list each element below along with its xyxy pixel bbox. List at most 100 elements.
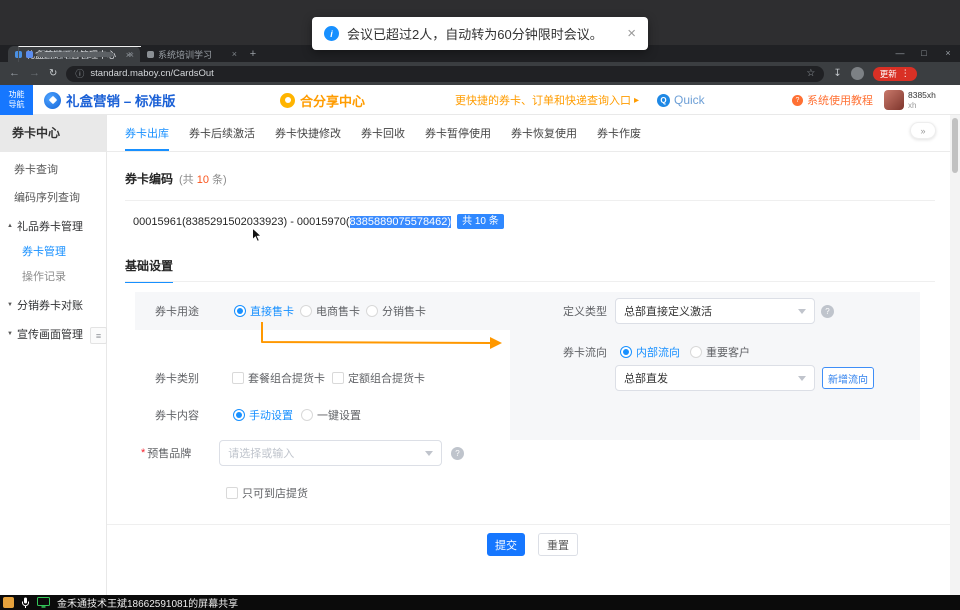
back-icon[interactable]: ← (9, 68, 20, 79)
presale-brand-select[interactable]: 请选择或输入 (219, 440, 442, 466)
help-icon[interactable]: ? (451, 447, 464, 460)
tab-close-icon[interactable]: × (129, 50, 134, 60)
promo-link[interactable]: 更快捷的券卡、订单和快递查询入口 ▸ (455, 85, 639, 115)
nav-line-1: 功能 (9, 90, 25, 100)
tab-card-outbound[interactable]: 券卡出库 (125, 115, 169, 151)
share-center-label: 合分享中心 (300, 91, 365, 110)
browser-menu-icon[interactable]: ⋮ (901, 68, 910, 79)
codes-section-header: 券卡编码 (共 10 条) (125, 170, 227, 187)
help-icon[interactable]: ? (821, 305, 834, 318)
mouse-cursor (251, 227, 265, 243)
function-nav-button[interactable]: 功能 导航 (0, 85, 33, 115)
required-asterisk: * (141, 447, 145, 459)
window-close-icon[interactable]: × (936, 45, 960, 62)
radio-icon (301, 409, 313, 421)
checkbox-combo-pickup-card[interactable]: 套餐组合提货卡 (232, 370, 325, 386)
chevron-down-icon (798, 376, 806, 381)
sidebar-item-card-management[interactable]: 券卡管理 (0, 240, 106, 265)
radio-label: 重要客户 (706, 344, 750, 360)
sidebar-item-operation-log[interactable]: 操作记录 (0, 265, 106, 290)
sidebar-menu: 券卡查询 编码序列查询 ▲ 礼品券卡管理 券卡管理 操作记录 ▼ 分销券卡对账 … (0, 152, 106, 348)
tab-card-recycle[interactable]: 券卡回收 (361, 115, 405, 151)
sidebar-item-card-query[interactable]: 券卡查询 (0, 156, 106, 184)
forward-icon[interactable]: → (29, 68, 40, 79)
tab-close-icon[interactable]: × (232, 49, 237, 59)
code-text-selected: 8385889075578462) (350, 216, 452, 228)
radio-label: 内部流向 (636, 344, 680, 360)
reload-icon[interactable]: ↻ (49, 69, 57, 79)
nav-line-2: 导航 (9, 100, 25, 110)
quick-link[interactable]: Q Quick (657, 85, 705, 115)
microphone-icon[interactable] (21, 597, 30, 609)
define-type-select[interactable]: 总部直接定义激活 (615, 298, 815, 324)
card-flow-row: 券卡流向 内部流向 重要客户 (563, 339, 750, 365)
checkbox-store-pickup-only[interactable]: 只可到店提货 (226, 485, 308, 501)
user-avatar[interactable] (884, 90, 904, 110)
quick-q-icon: Q (657, 94, 670, 107)
main-content: 券卡出库 券卡后续激活 券卡快捷修改 券卡回收 券卡暂停使用 券卡恢复使用 券卡… (107, 115, 950, 595)
radio-icon (690, 346, 702, 358)
annotation-arrow (252, 316, 517, 356)
browser-tab-6[interactable]: × (18, 46, 141, 62)
share-center-link[interactable]: 合分享中心 (280, 85, 365, 115)
tab-card-void[interactable]: 券卡作废 (597, 115, 641, 151)
quick-label: Quick (674, 93, 705, 107)
checkbox-label: 只可到店提货 (242, 485, 308, 501)
sidebar-group-label: 宣传画面管理 (17, 326, 83, 342)
browser-profile-avatar[interactable] (851, 67, 864, 80)
browser-update-button[interactable]: 更新 ⋮ (873, 67, 917, 81)
sidebar-group-distribution[interactable]: ▼ 分销券卡对账 (0, 290, 106, 319)
checkbox-label: 套餐组合提货卡 (248, 370, 325, 386)
tutorial-link[interactable]: ? 系统使用教程 (792, 85, 873, 115)
tab-card-resume[interactable]: 券卡恢复使用 (511, 115, 577, 151)
card-content-label: 券卡内容 (155, 407, 199, 423)
card-content-row: 券卡内容 手动设置 一键设置 (155, 402, 361, 428)
caret-down-icon: ▼ (7, 331, 13, 337)
divider (125, 281, 935, 282)
scrollbar-thumb[interactable] (952, 118, 958, 173)
share-app-avatar (3, 597, 14, 608)
bookmark-icon[interactable]: ☆ (806, 68, 815, 79)
logo-icon (44, 92, 61, 109)
radio-manual-setup[interactable]: 手动设置 (233, 407, 293, 423)
toast-close-icon[interactable]: × (627, 26, 636, 41)
sidebar: 券卡中心 券卡查询 编码序列查询 ▲ 礼品券卡管理 券卡管理 操作记录 ▼ 分销… (0, 115, 107, 595)
caret-up-icon: ▲ (7, 223, 13, 229)
site-info-icon[interactable]: ⓘ (75, 67, 84, 80)
card-category-row: 券卡类别 套餐组合提货卡 定额组合提货卡 (155, 365, 425, 391)
user-account[interactable]: 8385xh xh (884, 85, 936, 115)
scrollbar-track[interactable] (950, 115, 960, 595)
radio-one-click-setup[interactable]: 一键设置 (301, 407, 361, 423)
maximize-icon[interactable]: □ (912, 45, 936, 62)
radio-important-customer[interactable]: 重要客户 (690, 344, 750, 360)
sidebar-group-gift-card-mgmt[interactable]: ▲ 礼品券卡管理 (0, 212, 106, 240)
tutorial-label: 系统使用教程 (807, 92, 873, 108)
panel-collapse-button[interactable]: » (910, 122, 936, 139)
browser-tab-2[interactable]: 系统培训学习 × (140, 46, 244, 62)
new-tab-button[interactable]: + (244, 46, 262, 62)
minimize-icon[interactable]: — (888, 45, 912, 62)
flow-target-select[interactable]: 总部直发 (615, 365, 815, 391)
main-tab-bar: 券卡出库 券卡后续激活 券卡快捷修改 券卡回收 券卡暂停使用 券卡恢复使用 券卡… (107, 115, 950, 152)
tab-card-later-activate[interactable]: 券卡后续激活 (189, 115, 255, 151)
address-bar[interactable]: ⓘ standard.maboy.cn/CardsOut ☆ (66, 66, 824, 82)
count-suffix: 条) (209, 174, 227, 186)
app-header: 功能 导航 礼盒营销 – 标准版 合分享中心 更快捷的券卡、订单和快递查询入口 … (0, 85, 960, 115)
presale-brand-row: * 预售品牌 请选择或输入 (141, 440, 442, 466)
sidebar-collapse-toggle[interactable]: ≡ (90, 327, 107, 344)
reset-button[interactable]: 重置 (538, 533, 578, 556)
card-code-range: 00015961(8385291502033923) - 00015970(83… (133, 213, 504, 230)
download-icon[interactable]: ↧ (833, 68, 841, 79)
tab-card-quick-edit[interactable]: 券卡快捷修改 (275, 115, 341, 151)
radio-internal-flow[interactable]: 内部流向 (620, 344, 680, 360)
screen-share-icon[interactable] (37, 597, 50, 608)
add-flow-button[interactable]: 新增流向 (822, 367, 874, 389)
checkbox-icon (232, 372, 244, 384)
meeting-toast: i 会议已超过2人，自动转为60分钟限时会议。 × (312, 17, 648, 50)
submit-button[interactable]: 提交 (487, 533, 525, 556)
sidebar-group-label: 礼品券卡管理 (17, 218, 83, 234)
sidebar-item-code-sequence-query[interactable]: 编码序列查询 (0, 184, 106, 212)
tab-card-suspend[interactable]: 券卡暂停使用 (425, 115, 491, 151)
update-label: 更新 (880, 68, 897, 80)
checkbox-fixed-combo-pickup-card[interactable]: 定额组合提货卡 (332, 370, 425, 386)
